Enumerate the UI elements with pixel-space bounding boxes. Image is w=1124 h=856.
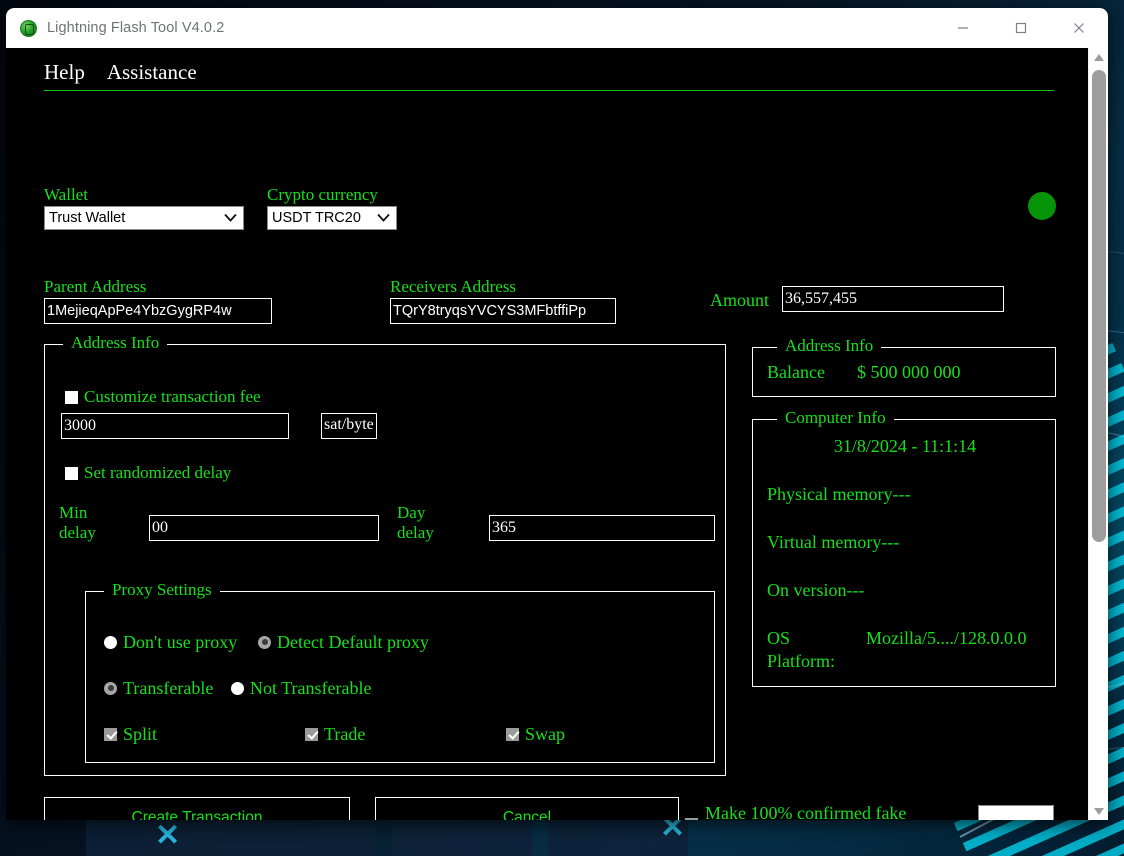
- menu-item-assistance[interactable]: Assistance: [107, 60, 197, 85]
- scroll-up-button[interactable]: [1089, 48, 1108, 66]
- radio-transferable-button[interactable]: [104, 681, 117, 695]
- computer-info-group: Computer Info 31/8/2024 - 11:1:14 Physic…: [752, 408, 1056, 687]
- checkbox-trade-label: Trade: [324, 724, 366, 744]
- maximize-icon: [1015, 22, 1027, 34]
- title-bar[interactable]: Lightning Flash Tool V4.0.2: [6, 8, 1108, 48]
- checkbox-trade[interactable]: Trade: [305, 724, 365, 744]
- wallpaper-panel: [86, 818, 376, 856]
- application-window: Lightning Flash Tool V4.0.2 Help Assista…: [6, 8, 1108, 820]
- on-version-value: On version---: [767, 580, 865, 600]
- transaction-fee-input[interactable]: [61, 413, 289, 439]
- fake-transaction-checkbox[interactable]: [685, 817, 698, 820]
- amount-label: Amount: [710, 290, 770, 310]
- close-button[interactable]: [1050, 8, 1108, 48]
- radio-dont-use-proxy-button[interactable]: [104, 635, 117, 649]
- minimize-icon: [958, 27, 968, 29]
- wallet-select-wrap: Trust Wallet: [44, 206, 244, 230]
- customize-fee-checkbox[interactable]: [65, 390, 78, 404]
- status-indicator: [1028, 192, 1056, 220]
- min-delay-label-line2: delay: [59, 523, 96, 542]
- app-logo-icon: [20, 19, 37, 37]
- radio-transferable[interactable]: Transferable: [104, 678, 213, 698]
- caret-up-icon: [1094, 53, 1104, 61]
- window-controls: [934, 8, 1108, 48]
- customize-fee-label: Customize transaction fee: [84, 387, 261, 406]
- radio-detect-default-proxy-button[interactable]: [258, 635, 271, 649]
- radio-dont-use-proxy[interactable]: Don't use proxy: [104, 632, 237, 652]
- balance-label: Balance: [767, 362, 825, 382]
- create-transaction-button[interactable]: Create Transaction: [44, 797, 350, 820]
- minimize-button[interactable]: [934, 8, 992, 48]
- proxy-settings-group: Proxy Settings Don't use proxy Detect De…: [85, 580, 715, 763]
- fake-transaction-label: Make 100% confirmed fake transaction: [705, 803, 907, 820]
- virtual-memory-value: Virtual memory---: [767, 532, 900, 552]
- address-info-group: Address Info Customize transaction fee s…: [44, 333, 726, 776]
- maximize-button[interactable]: [992, 8, 1050, 48]
- radio-not-transferable-button[interactable]: [231, 681, 244, 695]
- balance-group-legend: Address Info: [777, 336, 882, 356]
- menu-bar: Help Assistance: [44, 60, 1054, 91]
- checkbox-split-box[interactable]: [104, 727, 117, 741]
- min-delay-input[interactable]: [149, 515, 379, 541]
- menu-item-help[interactable]: Help: [44, 60, 85, 85]
- form-content: Help Assistance Wallet Trust Wallet Cryp…: [6, 48, 1088, 820]
- wallpaper-panel: [392, 818, 532, 856]
- address-info-legend: Address Info: [63, 333, 168, 353]
- parent-address-input[interactable]: [44, 298, 272, 324]
- checkbox-swap-label: Swap: [525, 724, 565, 744]
- client-area: Help Assistance Wallet Trust Wallet Cryp…: [6, 48, 1108, 820]
- randomized-delay-checkbox[interactable]: [65, 466, 78, 480]
- fee-unit-label: sat/byte: [321, 413, 377, 439]
- cancel-button[interactable]: Cancel: [375, 797, 679, 820]
- crypto-currency-select-wrap: USDT TRC20: [267, 206, 397, 230]
- scrollbar-thumb[interactable]: [1092, 70, 1106, 542]
- parent-address-label: Parent Address: [44, 277, 147, 296]
- randomized-delay-row[interactable]: Set randomized delay: [65, 463, 231, 483]
- balance-value: $ 500 000 000: [857, 362, 961, 382]
- os-label: OS: [767, 628, 791, 648]
- wallet-select[interactable]: Trust Wallet: [44, 206, 244, 230]
- day-delay-label-line1: Day: [397, 503, 426, 522]
- fake-transaction-row[interactable]: Make 100% confirmed fake transaction: [685, 803, 951, 820]
- platform-label: Platform:: [767, 651, 835, 671]
- wallet-label: Wallet: [44, 185, 88, 204]
- radio-not-transferable-label: Not Transferable: [250, 678, 372, 698]
- os-value: Mozilla/5..../128.0.0.0: [866, 628, 1027, 648]
- balance-group: Address Info Balance $ 500 000 000: [752, 336, 1056, 397]
- close-icon: [1074, 23, 1084, 33]
- randomized-delay-label: Set randomized delay: [84, 463, 232, 482]
- amount-input[interactable]: [782, 286, 1004, 312]
- radio-detect-default-proxy[interactable]: Detect Default proxy: [258, 632, 429, 652]
- radio-transferable-label: Transferable: [123, 678, 214, 698]
- min-delay-label: Min delay: [59, 503, 129, 543]
- receivers-address-label: Receivers Address: [390, 277, 517, 296]
- day-delay-label-line2: delay: [397, 523, 434, 542]
- radio-not-transferable[interactable]: Not Transferable: [231, 678, 371, 698]
- computer-datetime: 31/8/2024 - 11:1:14: [833, 436, 977, 456]
- checkbox-trade-box[interactable]: [305, 727, 318, 741]
- proxy-settings-legend: Proxy Settings: [104, 580, 220, 600]
- computer-info-legend: Computer Info: [777, 408, 894, 428]
- crypto-currency-select[interactable]: USDT TRC20: [267, 206, 397, 230]
- min-delay-label-line1: Min: [59, 503, 88, 522]
- radio-detect-default-proxy-label: Detect Default proxy: [277, 632, 429, 652]
- checkbox-swap[interactable]: Swap: [506, 724, 565, 744]
- day-delay-input[interactable]: [489, 515, 715, 541]
- checkbox-split-label: Split: [123, 724, 158, 744]
- vertical-scrollbar[interactable]: [1088, 48, 1108, 820]
- refresh-button[interactable]: Refresh: [978, 805, 1054, 820]
- physical-memory-value: Physical memory---: [767, 484, 911, 504]
- checkbox-split[interactable]: Split: [104, 724, 157, 744]
- scroll-down-button[interactable]: [1089, 802, 1108, 820]
- radio-dont-use-proxy-label: Don't use proxy: [123, 632, 238, 652]
- window-title: Lightning Flash Tool V4.0.2: [47, 20, 225, 36]
- checkbox-swap-box[interactable]: [506, 727, 519, 741]
- day-delay-label: Day delay: [397, 503, 467, 543]
- wallpaper-glyph: ✕: [155, 819, 181, 852]
- customize-fee-row[interactable]: Customize transaction fee: [65, 387, 261, 407]
- caret-down-icon: [1094, 807, 1104, 815]
- crypto-currency-label: Crypto currency: [267, 185, 378, 204]
- receivers-address-input[interactable]: [390, 298, 616, 324]
